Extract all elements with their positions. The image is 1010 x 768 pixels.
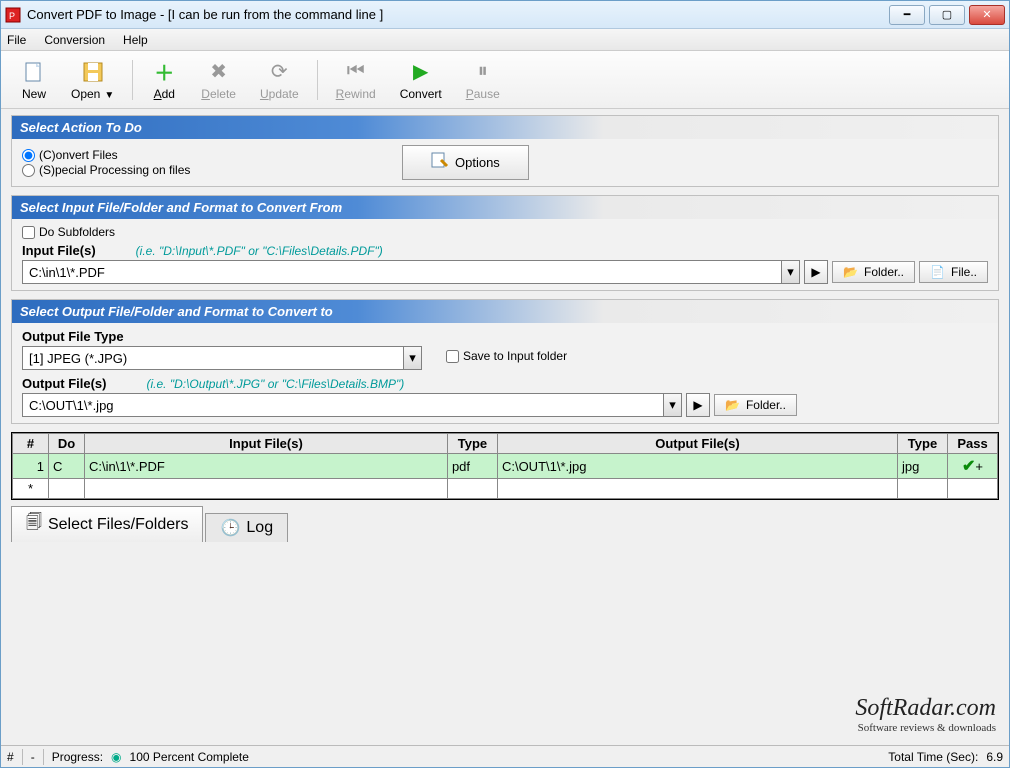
input-section: Select Input File/Folder and Format to C…	[11, 195, 999, 291]
output-label: Output File(s)	[22, 376, 107, 391]
plus-icon: ＋	[151, 59, 177, 85]
menu-conversion[interactable]: Conversion	[44, 33, 105, 47]
toolbar: New Open▼ ＋ Add ✖ Delete ⟳ Update ⏮ Rewi…	[1, 51, 1009, 109]
menubar: File Conversion Help	[1, 29, 1009, 51]
content-area: Select Action To Do (C)onvert Files (S)p…	[1, 109, 1009, 745]
action-header: Select Action To Do	[12, 116, 998, 139]
subfolders-checkbox[interactable]: Do Subfolders	[22, 225, 988, 239]
tools-icon	[431, 152, 449, 173]
run-input-button[interactable]: ▶	[804, 260, 828, 284]
radio-special[interactable]: (S)pecial Processing on files	[22, 163, 402, 177]
table-row[interactable]: 1 C C:\in\1\*.PDF pdf C:\OUT\1\*.jpg jpg…	[13, 454, 998, 479]
output-combo[interactable]: C:\OUT\1\*.jpg▾	[22, 393, 682, 417]
titlebar: P Convert PDF to Image - [I can be run f…	[1, 1, 1009, 29]
time-value: 6.9	[986, 750, 1003, 764]
x-icon: ✖	[206, 59, 232, 85]
menu-file[interactable]: File	[7, 33, 26, 47]
status-hash: #	[7, 750, 14, 764]
menu-help[interactable]: Help	[123, 33, 148, 47]
progress-label: Progress:	[52, 750, 103, 764]
tab-select-files[interactable]: 🗐Select Files/Folders	[11, 506, 203, 542]
statusbar: # - Progress: ◉ 100 Percent Complete Tot…	[1, 745, 1009, 767]
save-to-input-checkbox[interactable]: Save to Input folder	[446, 349, 567, 363]
status-dash: -	[31, 750, 35, 764]
options-button[interactable]: Options	[402, 145, 529, 180]
copy-icon: 🗐	[26, 511, 42, 538]
bottom-tabs: 🗐Select Files/Folders 🕒Log	[11, 506, 999, 542]
new-button[interactable]: New	[9, 55, 59, 105]
output-type-label: Output File Type	[22, 329, 988, 344]
chevron-down-icon[interactable]: ▾	[663, 394, 681, 416]
grid-header-row: # Do Input File(s) Type Output File(s) T…	[13, 434, 998, 454]
delete-button[interactable]: ✖ Delete	[189, 55, 248, 105]
folder-icon: 📂	[725, 398, 740, 412]
pause-icon: ⏸	[470, 59, 496, 85]
add-button[interactable]: ＋ Add	[139, 55, 189, 105]
input-folder-button[interactable]: 📂Folder..	[832, 261, 915, 283]
input-file-button[interactable]: 📄File..	[919, 261, 988, 283]
chevron-down-icon[interactable]: ▾	[781, 261, 799, 283]
radio-convert[interactable]: (C)onvert Files	[22, 148, 402, 162]
tab-log[interactable]: 🕒Log	[205, 513, 288, 542]
input-label: Input File(s)	[22, 243, 96, 258]
rewind-button[interactable]: ⏮ Rewind	[324, 55, 388, 105]
output-folder-button[interactable]: 📂Folder..	[714, 394, 797, 416]
output-type-combo[interactable]: [1] JPEG (*.JPG)▾	[22, 346, 422, 370]
rewind-icon: ⏮	[343, 59, 369, 85]
table-new-row[interactable]: *	[13, 479, 998, 499]
minimize-button[interactable]: ━	[889, 5, 925, 25]
svg-text:P: P	[9, 11, 15, 21]
input-hint: (i.e. "D:\Input\*.PDF" or "C:\Files\Deta…	[136, 244, 383, 258]
globe-icon: ◉	[111, 750, 121, 764]
files-grid[interactable]: # Do Input File(s) Type Output File(s) T…	[11, 432, 999, 500]
pause-button[interactable]: ⏸ Pause	[454, 55, 512, 105]
window-title: Convert PDF to Image - [I can be run fro…	[27, 7, 889, 22]
output-header: Select Output File/Folder and Format to …	[12, 300, 998, 323]
run-output-button[interactable]: ▶	[686, 393, 710, 417]
maximize-button[interactable]: ▢	[929, 5, 965, 25]
play-icon: ▶	[408, 59, 434, 85]
app-window: P Convert PDF to Image - [I can be run f…	[0, 0, 1010, 768]
close-button[interactable]: ✕	[969, 5, 1005, 25]
input-combo[interactable]: C:\in\1\*.PDF▾	[22, 260, 800, 284]
app-icon: P	[5, 7, 21, 23]
save-icon	[80, 59, 106, 85]
open-button[interactable]: Open▼	[59, 55, 126, 105]
chevron-down-icon: ▼	[104, 90, 114, 101]
progress-text: 100 Percent Complete	[130, 750, 249, 764]
update-button[interactable]: ⟳ Update	[248, 55, 311, 105]
brand-watermark: SoftRadar.com Software reviews & downloa…	[855, 695, 996, 734]
file-icon: 📄	[930, 265, 945, 279]
clock-icon: 🕒	[220, 518, 240, 538]
action-section: Select Action To Do (C)onvert Files (S)p…	[11, 115, 999, 187]
convert-button[interactable]: ▶ Convert	[388, 55, 454, 105]
refresh-icon: ⟳	[266, 59, 292, 85]
time-label: Total Time (Sec):	[888, 750, 978, 764]
folder-icon: 📂	[843, 265, 858, 279]
output-hint: (i.e. "D:\Output\*.JPG" or "C:\Files\Det…	[147, 377, 405, 391]
chevron-down-icon[interactable]: ▾	[403, 347, 421, 369]
input-header: Select Input File/Folder and Format to C…	[12, 196, 998, 219]
new-icon	[21, 59, 47, 85]
check-icon: ✔	[962, 458, 975, 475]
output-section: Select Output File/Folder and Format to …	[11, 299, 999, 424]
